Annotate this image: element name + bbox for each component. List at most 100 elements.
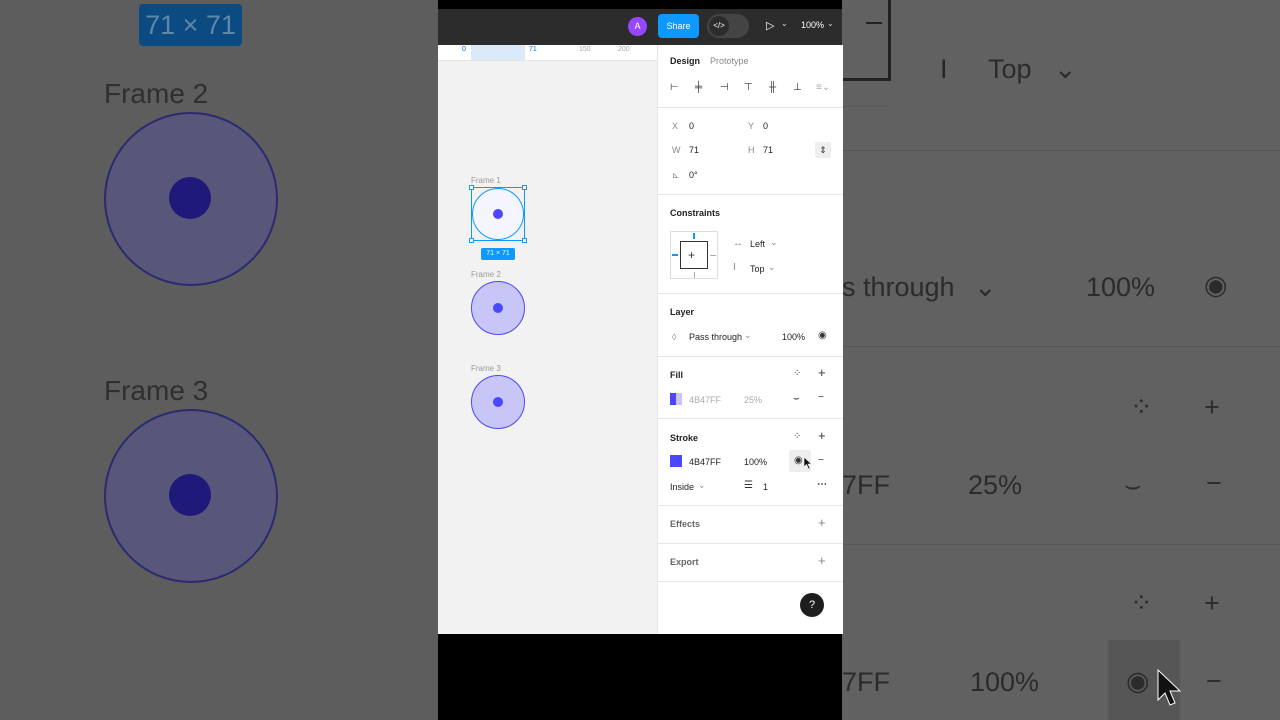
stroke-opacity-input[interactable]: 100% bbox=[744, 457, 767, 467]
styles-grid-icon[interactable]: ⁘ bbox=[793, 368, 801, 380]
resize-handle[interactable] bbox=[522, 185, 527, 190]
resize-handle[interactable] bbox=[469, 238, 474, 243]
background-divider-1 bbox=[842, 150, 1280, 151]
effects-title: Effects bbox=[670, 519, 701, 529]
divider bbox=[658, 107, 843, 108]
distribute-icon[interactable]: ≡⌄ bbox=[816, 82, 830, 94]
eye-icon[interactable]: ◉ bbox=[818, 330, 827, 342]
zoom-chevron-icon[interactable]: ⌄ bbox=[827, 19, 834, 28]
fill-color-swatch[interactable] bbox=[670, 393, 682, 405]
align-bottom-icon[interactable]: ⊥ bbox=[793, 82, 802, 94]
fill-title: Fill bbox=[670, 370, 683, 380]
tab-prototype[interactable]: Prototype bbox=[710, 56, 749, 66]
background-constraint-box bbox=[842, 0, 891, 81]
ruler-mark: 200 bbox=[618, 46, 630, 53]
align-right-icon[interactable]: ⊣ bbox=[720, 82, 729, 94]
align-vertical-center-icon[interactable]: ╫ bbox=[769, 82, 776, 94]
chevron-down-icon[interactable]: ⌄ bbox=[770, 237, 778, 248]
dev-mode-toggle[interactable]: </> bbox=[707, 14, 749, 38]
add-export-plus-icon[interactable]: + bbox=[818, 554, 826, 567]
constraint-top-line[interactable] bbox=[693, 233, 695, 239]
constraint-right-line[interactable] bbox=[710, 255, 716, 256]
background-right-pane: I Top ⌄ s through ⌄ 100% ◉ ⁘ + 7FF 25% ⌣… bbox=[842, 0, 1280, 720]
fill-hex-input[interactable]: 4B47FF bbox=[689, 395, 721, 405]
layer-opacity-input[interactable]: 100% bbox=[782, 332, 805, 342]
background-frame2-label: Frame 2 bbox=[104, 78, 209, 109]
background-divider bbox=[842, 106, 888, 107]
fill-opacity-input[interactable]: 25% bbox=[744, 395, 762, 405]
user-avatar[interactable]: A bbox=[628, 17, 647, 36]
frame-label[interactable]: Frame 3 bbox=[471, 364, 501, 373]
properties-panel: Design Prototype ⊢ ╪ ⊣ ⊤ ╫ ⊥ ≡⌄ X 0 Y 0 … bbox=[657, 45, 843, 634]
x-input[interactable]: 0 bbox=[689, 121, 694, 131]
background-divider-3 bbox=[842, 544, 1280, 545]
stroke-weight-icon: ☰ bbox=[744, 480, 753, 491]
divider bbox=[658, 505, 843, 506]
background-plus-icon: + bbox=[1204, 392, 1220, 422]
background-minus-icon-2: − bbox=[1206, 666, 1222, 696]
background-divider-2 bbox=[842, 346, 1280, 347]
divider bbox=[658, 418, 843, 419]
cursor-icon bbox=[803, 456, 813, 470]
frame-label[interactable]: Frame 2 bbox=[471, 270, 501, 279]
stroke-weight-input[interactable]: 1 bbox=[763, 482, 768, 492]
align-left-icon[interactable]: ⊢ bbox=[670, 82, 679, 94]
add-stroke-plus-icon[interactable]: + bbox=[818, 429, 826, 442]
resize-handle[interactable] bbox=[522, 238, 527, 243]
background-frame2-dot bbox=[169, 177, 211, 219]
chevron-down-icon[interactable]: ⌄ bbox=[768, 262, 776, 273]
eye-icon[interactable]: ◉ bbox=[794, 455, 803, 467]
add-effect-plus-icon[interactable]: + bbox=[818, 516, 826, 529]
background-chevron-icon-2: ⌄ bbox=[974, 272, 997, 302]
chevron-down-icon[interactable]: ⌄ bbox=[744, 330, 752, 341]
constraint-bottom-line[interactable] bbox=[694, 272, 695, 278]
frame-1[interactable] bbox=[469, 185, 527, 243]
h-label: H bbox=[748, 145, 755, 155]
tab-design[interactable]: Design bbox=[670, 56, 700, 66]
vertical-constraint-select[interactable]: Top bbox=[750, 264, 765, 274]
stroke-position-select[interactable]: Inside bbox=[670, 482, 694, 492]
background-top-label: Top bbox=[988, 54, 1032, 84]
help-button[interactable]: ? bbox=[800, 593, 824, 617]
rotation-input[interactable]: 0° bbox=[689, 170, 698, 180]
add-fill-plus-icon[interactable]: + bbox=[818, 366, 826, 379]
zoom-level[interactable]: 100% bbox=[801, 20, 824, 30]
blend-mode-select[interactable]: Pass through bbox=[689, 332, 742, 342]
more-options-icon[interactable]: ⋯ bbox=[817, 479, 827, 491]
background-left-pane: 71 × 71 Frame 2 Frame 3 bbox=[0, 0, 438, 720]
blend-drop-icon: ◊ bbox=[672, 332, 677, 342]
chevron-down-icon[interactable]: ⌄ bbox=[698, 480, 706, 491]
height-input[interactable]: 71 bbox=[763, 145, 773, 155]
w-label: W bbox=[672, 145, 681, 155]
constraints-widget[interactable]: + bbox=[670, 231, 718, 279]
constraint-left-line[interactable] bbox=[672, 254, 678, 256]
remove-fill-minus-icon[interactable]: − bbox=[818, 392, 824, 404]
ruler-mark: 150 bbox=[579, 46, 591, 53]
horizontal-constraint-select[interactable]: Left bbox=[750, 239, 765, 249]
remove-stroke-minus-icon[interactable]: − bbox=[818, 455, 824, 467]
eye-closed-icon[interactable]: ⌣ bbox=[793, 393, 800, 405]
frame-3-dot bbox=[493, 397, 503, 407]
styles-grid-icon[interactable]: ⁘ bbox=[793, 431, 801, 443]
play-icon[interactable]: ▷ bbox=[766, 19, 774, 32]
play-chevron-icon[interactable]: ⌄ bbox=[781, 19, 788, 28]
export-title: Export bbox=[670, 557, 699, 567]
background-plus-icon-2: + bbox=[1204, 588, 1220, 618]
align-top-icon[interactable]: ⊤ bbox=[744, 82, 753, 94]
stroke-color-swatch[interactable] bbox=[670, 455, 682, 467]
share-button[interactable]: Share bbox=[658, 14, 699, 38]
frame-label[interactable]: Frame 1 bbox=[471, 176, 501, 185]
canvas[interactable]: 0 71 150 200 Frame 1 71 × 71 Frame 2 Fra… bbox=[438, 45, 657, 634]
constrain-proportions-icon[interactable]: ⇕ bbox=[815, 142, 831, 158]
y-input[interactable]: 0 bbox=[763, 121, 768, 131]
background-chevron-icon: ⌄ bbox=[1054, 54, 1077, 84]
frame-2-dot bbox=[493, 303, 503, 313]
width-input[interactable]: 71 bbox=[689, 145, 699, 155]
stroke-hex-input[interactable]: 4B47FF bbox=[689, 457, 721, 467]
background-opacity-100b: 100% bbox=[970, 667, 1040, 697]
vertical-constraint-icon: I bbox=[733, 262, 736, 273]
align-horizontal-center-icon[interactable]: ╪ bbox=[695, 82, 702, 94]
background-grid-icon-2: ⁘ bbox=[1130, 588, 1153, 618]
background-frame3-label: Frame 3 bbox=[104, 375, 209, 406]
resize-handle[interactable] bbox=[469, 185, 474, 190]
